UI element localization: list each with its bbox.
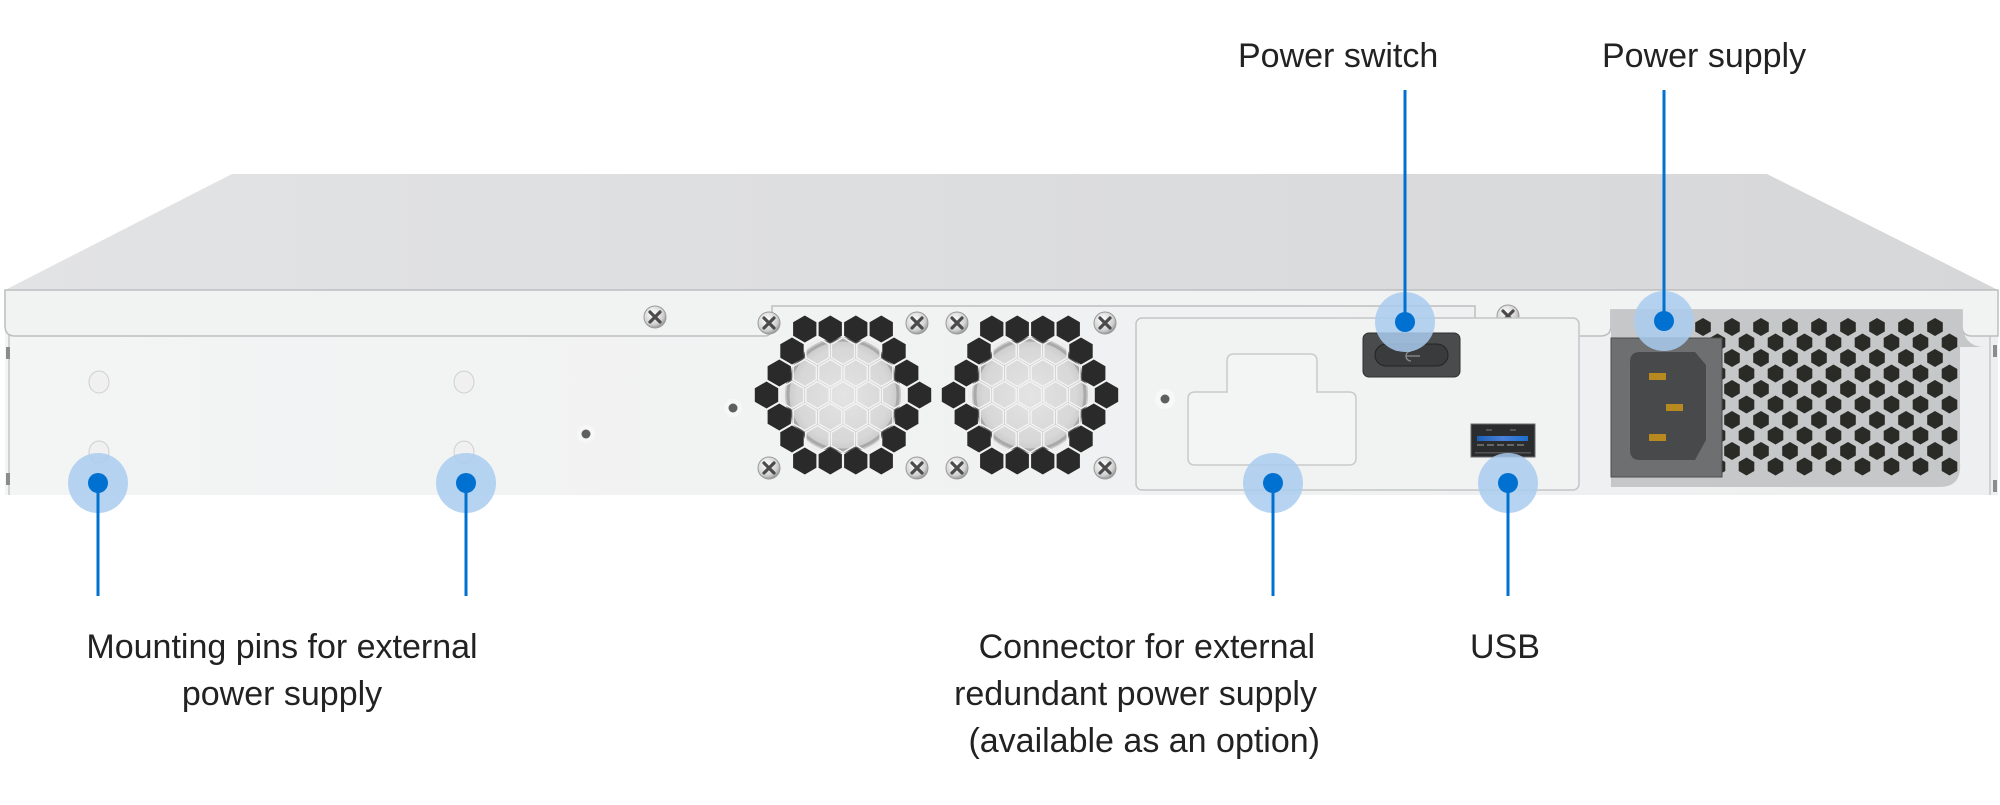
screw-icon — [757, 456, 781, 480]
fan-grille-hole — [779, 380, 805, 410]
label-line: redundant power supply — [954, 675, 1317, 713]
fan-grille-hole — [1017, 336, 1043, 366]
fan-grille-hole — [1004, 402, 1030, 432]
iec-pin — [1649, 434, 1666, 441]
fan-grille-hole — [856, 336, 881, 366]
label-line: Power supply — [1602, 37, 1807, 75]
fan-grille-hole — [830, 336, 856, 366]
label-redundant-connector: Connector for external redundant power s… — [880, 624, 1320, 765]
callout-dot — [456, 473, 476, 493]
fan-grille-hole — [830, 380, 856, 410]
iec-pin — [1666, 404, 1683, 411]
fan-grille-hole — [1043, 336, 1068, 366]
fan-grille-hole — [843, 402, 869, 432]
fan-grille-hole — [868, 402, 894, 432]
fan-grille-hole — [1030, 358, 1056, 388]
label-line: USB — [1470, 628, 1540, 666]
label-line: Mounting pins for external — [86, 628, 478, 666]
callout-dot — [1654, 311, 1674, 331]
usb-port — [1470, 423, 1536, 458]
fan-grille-hole — [805, 424, 830, 454]
label-mounting-pins: Mounting pins for external power supply — [60, 624, 504, 718]
screw-icon — [905, 456, 929, 480]
fan-grille-hole — [1043, 424, 1068, 454]
label-line: Power switch — [1238, 37, 1439, 75]
label-line: (available as an option) — [968, 722, 1320, 760]
fan-grille-hole — [843, 358, 869, 388]
fan-grille-hole — [979, 402, 1005, 432]
label-power-supply: Power supply — [1602, 33, 1806, 80]
callout-mounting-pin-left — [68, 453, 128, 596]
mounting-pin-hole — [88, 370, 110, 394]
label-usb: USB — [1470, 624, 1540, 671]
fan-grille-hole — [966, 380, 992, 410]
fan-grille-hole — [805, 380, 830, 410]
screw-icon — [643, 305, 667, 329]
fan-grille-hole — [805, 336, 830, 366]
iec-pin — [1649, 373, 1666, 380]
fan-grille-hole — [1017, 380, 1043, 410]
callout-dot — [1395, 312, 1415, 332]
fan-grille-hole — [881, 380, 907, 410]
fan-grille-hole — [830, 424, 856, 454]
callout-usb — [1478, 453, 1538, 596]
screw-icon — [905, 311, 929, 335]
callout-dot — [1263, 473, 1283, 493]
rear-panel-diagram: Power switch Power supply Mounting pins … — [0, 0, 2000, 800]
fan-grille-hole — [1055, 358, 1081, 388]
screw-icon — [1093, 456, 1117, 480]
callout-redundant-connector — [1243, 453, 1303, 596]
label-power-switch: Power switch — [1238, 33, 1438, 80]
fan-grille-hole — [856, 424, 881, 454]
callout-dot — [1498, 473, 1518, 493]
fan-grille-hole — [1043, 380, 1068, 410]
fan-grille-hole — [1068, 380, 1094, 410]
fan-grille-hole — [1017, 424, 1043, 454]
fan-grille-hole — [1055, 402, 1081, 432]
fan-grille-hole — [992, 336, 1017, 366]
screw-icon — [757, 311, 781, 335]
callout-mounting-pins — [436, 453, 496, 596]
chassis-top — [5, 174, 1998, 290]
label-line: Connector for external — [978, 628, 1315, 666]
fan-grille-hole — [992, 424, 1017, 454]
mounting-pin-hole — [453, 370, 475, 394]
screw-icon — [945, 456, 969, 480]
fan-grille-hole — [792, 358, 818, 388]
fan-grille-hole — [817, 402, 843, 432]
fan-grille-hole — [979, 358, 1005, 388]
fan-grille-hole — [1030, 402, 1056, 432]
callout-dot — [88, 473, 108, 493]
fan-grille-hole — [868, 358, 894, 388]
label-line: power supply — [181, 675, 383, 713]
fan-grille-hole — [817, 358, 843, 388]
fan-grille-hole — [1004, 358, 1030, 388]
fan-grille-hole — [792, 402, 818, 432]
screw-icon — [945, 311, 969, 335]
fan-grille-hole — [856, 380, 881, 410]
screw-icon — [1093, 311, 1117, 335]
fan-grille-hole — [992, 380, 1017, 410]
